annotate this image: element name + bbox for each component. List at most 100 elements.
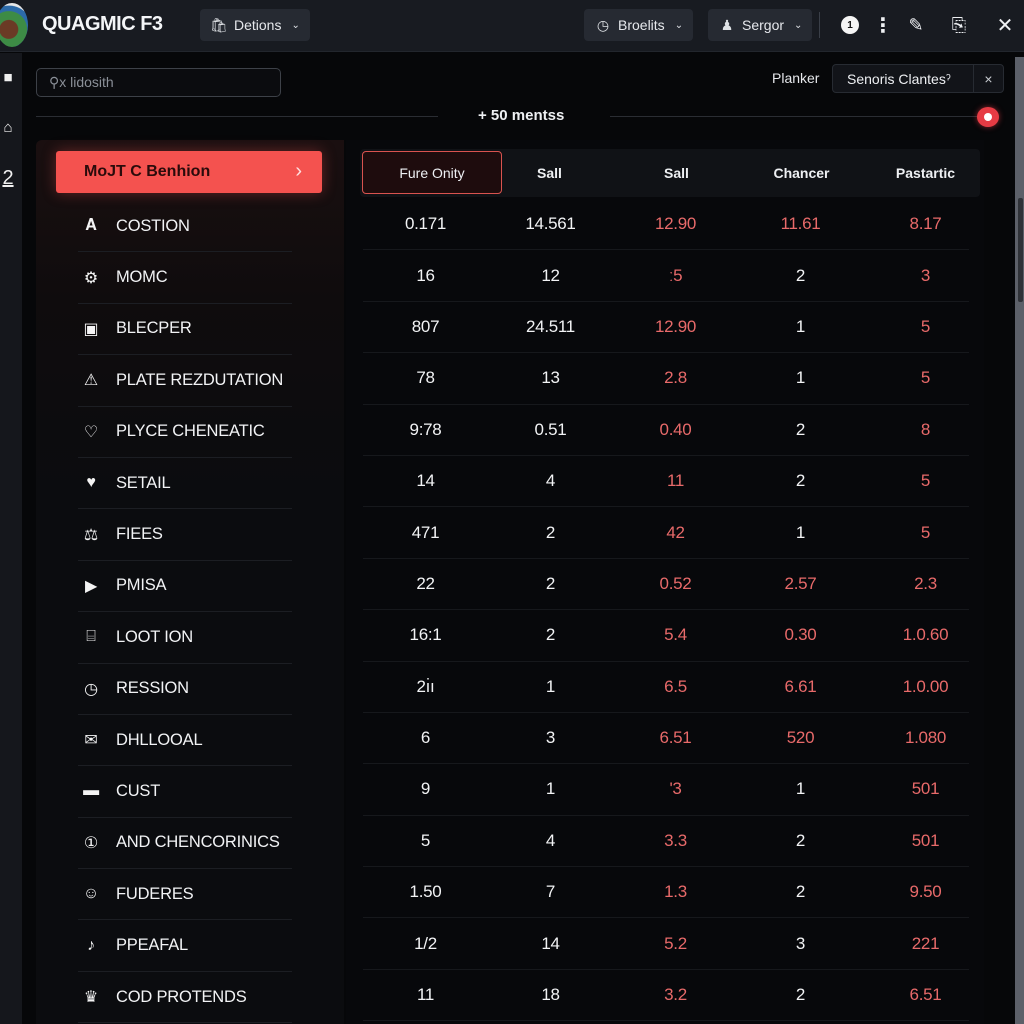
table-cell: 1 bbox=[545, 779, 556, 799]
sidebar-item-blecper[interactable]: ▣ BLECPER bbox=[78, 304, 292, 356]
sidebar-item-cod-protends[interactable]: ♛ COD PROTENDS bbox=[78, 972, 292, 1024]
table-cell: 3.2 bbox=[664, 985, 687, 1005]
sidebar-item-label: FIEES bbox=[116, 525, 163, 544]
table-cell: 2 bbox=[795, 882, 806, 902]
table-cell: 520 bbox=[786, 728, 815, 748]
table-cell: 5.4 bbox=[664, 625, 687, 645]
table-row[interactable]: 9 1 '3 1 501 bbox=[363, 764, 969, 816]
clock-icon: ◷ bbox=[84, 680, 98, 698]
chip-close-icon[interactable]: × bbox=[973, 65, 1003, 92]
table-cell: 12 bbox=[541, 265, 560, 285]
sidebar-item-label: FUDERES bbox=[116, 884, 194, 903]
sergor-dropdown[interactable]: ♟ Sergor ⌄ bbox=[708, 9, 813, 41]
broelits-dropdown[interactable]: ◷ Broelits ⌄ bbox=[584, 9, 694, 41]
table-row[interactable]: 1/2 14 5.2 3 221 bbox=[363, 918, 969, 970]
sidebar-item-ppeafal[interactable]: ♪ PPEAFAL bbox=[78, 920, 292, 972]
column-header-sall-2[interactable]: Sall bbox=[614, 149, 739, 197]
table-row[interactable]: 14 4 11 2 5 bbox=[363, 456, 969, 508]
clipboard-settings-icon[interactable]: ⎘ bbox=[946, 12, 972, 38]
chat-bubble-icon: ☺ bbox=[82, 885, 100, 903]
table-cell: 5.2 bbox=[664, 933, 687, 953]
table-row[interactable]: 78 13 2.8 1 5 bbox=[363, 353, 969, 405]
table-cell: 2 bbox=[795, 265, 806, 285]
sidebar-item-pmisa[interactable]: ▶ PMISA bbox=[78, 561, 292, 613]
column-header-sall-1[interactable]: Sall bbox=[487, 149, 612, 197]
table-row[interactable]: 1.50 7 1.3 2 9.50 bbox=[363, 867, 969, 919]
column-header-chancer[interactable]: Chancer bbox=[739, 149, 864, 197]
sidebar-item-label: COSTION bbox=[116, 216, 190, 235]
table-cell: 16:1 bbox=[409, 625, 442, 645]
sidebar-item-fuderes[interactable]: ☺ FUDERES bbox=[78, 869, 292, 921]
search-input[interactable]: ⚲x lidosith bbox=[36, 68, 281, 97]
table-row[interactable]: 9:78 0.51 0.40 2 8 bbox=[363, 405, 969, 456]
crown-icon: ♛ bbox=[83, 989, 99, 1007]
table-cell: 42 bbox=[666, 522, 685, 542]
sidebar-item-dhllooal[interactable]: ✉ DHLLOOAL bbox=[78, 715, 292, 767]
table-cell: 11 bbox=[666, 471, 685, 491]
table-cell: 2.3 bbox=[914, 573, 937, 593]
table-cell: 1/2 bbox=[414, 933, 437, 953]
table-cell: 3 bbox=[795, 933, 806, 953]
table-row[interactable]: 22 2 0.52 2.57 2.3 bbox=[363, 559, 969, 611]
table-cell: 9:78 bbox=[409, 419, 442, 439]
table-cell: 1.0.60 bbox=[902, 625, 949, 645]
home-icon[interactable]: ⌂ bbox=[0, 119, 16, 136]
column-header-pastartic[interactable]: Pastartic bbox=[863, 149, 988, 197]
table-cell: 12.90 bbox=[654, 214, 697, 234]
table-cell: 4 bbox=[545, 471, 556, 491]
table-row[interactable]: 5 4 3.3 2 501 bbox=[363, 816, 969, 868]
sidebar-item-plate-rezdutation[interactable]: ⚠ PLATE REZDUTATION bbox=[78, 355, 292, 407]
filter-chip-label: Senoris Clantesˀ bbox=[847, 70, 951, 87]
more-items-button[interactable]: + 50 mentss bbox=[478, 107, 564, 124]
notification-button[interactable]: 1 bbox=[837, 12, 863, 38]
slider-track[interactable] bbox=[610, 116, 984, 117]
gear-icon: ⚙ bbox=[83, 269, 99, 287]
sidebar-item-loot-ion[interactable]: ⌸ LOOT ION bbox=[78, 612, 292, 664]
close-icon[interactable]: ✕ bbox=[992, 12, 1018, 38]
slider-handle[interactable] bbox=[977, 107, 999, 127]
table-cell: 14 bbox=[541, 933, 560, 953]
search-input-text: ⚲x lidosith bbox=[49, 74, 114, 90]
app-logo-icon[interactable] bbox=[0, 3, 28, 47]
sidebar-item-ression[interactable]: ◷ RESSION bbox=[78, 664, 292, 715]
table-row[interactable]: 471 2 42 1 5 bbox=[363, 507, 969, 559]
planker-label: Planker bbox=[772, 70, 820, 86]
sidebar-item-setail[interactable]: ♥ SETAIL bbox=[78, 458, 292, 510]
keycard-icon: ▣ bbox=[83, 320, 99, 338]
table-row[interactable]: 11 18 3.2 2 6.51 bbox=[363, 970, 969, 1022]
scrollbar-thumb[interactable] bbox=[1018, 198, 1023, 302]
table-row[interactable]: 16 12 ː5 2 3 bbox=[363, 250, 969, 302]
table-cell: 2.8 bbox=[664, 368, 687, 388]
table-row[interactable]: 2ı̇ı 1 6.5 6.61 1.0.00 bbox=[363, 662, 969, 713]
table-cell: 2 bbox=[795, 830, 806, 850]
sidebar-item-and-chencorinics[interactable]: ① AND CHENCORINICS bbox=[78, 818, 292, 870]
table-cell: 6.51 bbox=[909, 985, 942, 1005]
column-header-fure-onity[interactable]: Fure Onity bbox=[362, 151, 502, 194]
sidebar-item-plyce-cheneatic[interactable]: ♡ PLYCE CHENEATIC bbox=[78, 407, 292, 458]
sidebar-item-fiees[interactable]: ⚖ FIEES bbox=[78, 509, 292, 561]
detions-dropdown[interactable]: 🛍︎ Detions ⌄ bbox=[200, 9, 310, 41]
table-cell: 471 bbox=[411, 522, 440, 542]
sidebar-item-costion[interactable]: 𝐀 COSTION bbox=[78, 201, 292, 253]
sidebar-item-cust[interactable]: ▬ CUST bbox=[78, 766, 292, 818]
sidebar-item-momc[interactable]: ⚙ MOMC bbox=[78, 252, 292, 304]
sidebar-item-label: PPEAFAL bbox=[116, 936, 188, 955]
table-row[interactable]: 6 3 6.51 520 1.080 bbox=[363, 713, 969, 765]
more-vertical-icon[interactable]: ⋮ bbox=[870, 12, 896, 38]
table-cell: 22 bbox=[416, 573, 435, 593]
table-cell: 6 bbox=[420, 728, 431, 748]
table-row[interactable]: 807 24.511 12.90 1 5 bbox=[363, 302, 969, 354]
sidebar-item-label: CUST bbox=[116, 781, 161, 800]
sidebar-active-item[interactable]: MoJT C Benhion › bbox=[56, 151, 322, 193]
table-row[interactable]: 16:1 2 5.4 0.30 1.0.60 bbox=[363, 610, 969, 662]
number-two-icon[interactable]: 2 bbox=[0, 167, 16, 190]
user-stamp-icon: ♟ bbox=[720, 16, 734, 33]
filter-chip[interactable]: Senoris Clantesˀ × bbox=[832, 64, 1004, 93]
table-cell: 501 bbox=[911, 779, 940, 799]
pen-icon[interactable]: ✎ bbox=[903, 12, 929, 38]
table-cell: 1 bbox=[795, 779, 806, 799]
table-row[interactable]: 0.171 14.561 12.90 11.61 8.17 bbox=[363, 199, 969, 251]
table-cell: 8 bbox=[920, 419, 931, 439]
user-card-icon[interactable]: ■ bbox=[0, 69, 16, 86]
table-cell: 24.511 bbox=[526, 316, 575, 336]
